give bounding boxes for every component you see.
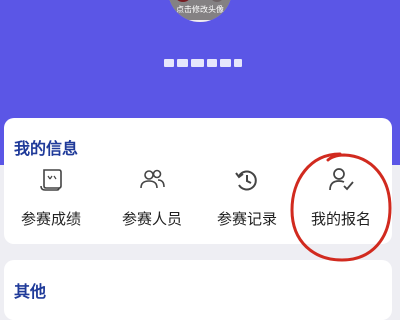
people-icon: [140, 169, 165, 189]
user-check-icon: [329, 168, 354, 191]
avatar[interactable]: 点击修改头像: [168, 0, 232, 22]
menu-item-results[interactable]: 参赛成绩: [4, 166, 98, 236]
other-card: 其他: [4, 260, 392, 320]
my-info-title: 我的信息: [14, 139, 79, 158]
menu-item-label: 参赛人员: [121, 210, 182, 228]
certificate-icon: [40, 169, 62, 191]
menu-item-my-registration[interactable]: 我的报名: [294, 166, 388, 236]
history-icon: [235, 170, 257, 191]
menu-item-records[interactable]: 参赛记录: [200, 166, 294, 236]
other-title: 其他: [14, 282, 47, 301]
change-avatar-caption[interactable]: 点击修改头像: [168, 0, 232, 20]
menu-item-participants[interactable]: 参赛人员: [105, 166, 199, 236]
menu-item-label: 我的报名: [310, 210, 371, 228]
menu-item-label: 参赛记录: [216, 210, 277, 228]
username-redacted: [164, 58, 242, 68]
my-info-card: 我的信息 参赛成绩 参赛人员 参赛记录 我的报名: [4, 118, 392, 244]
menu-item-label: 参赛成绩: [20, 210, 81, 228]
